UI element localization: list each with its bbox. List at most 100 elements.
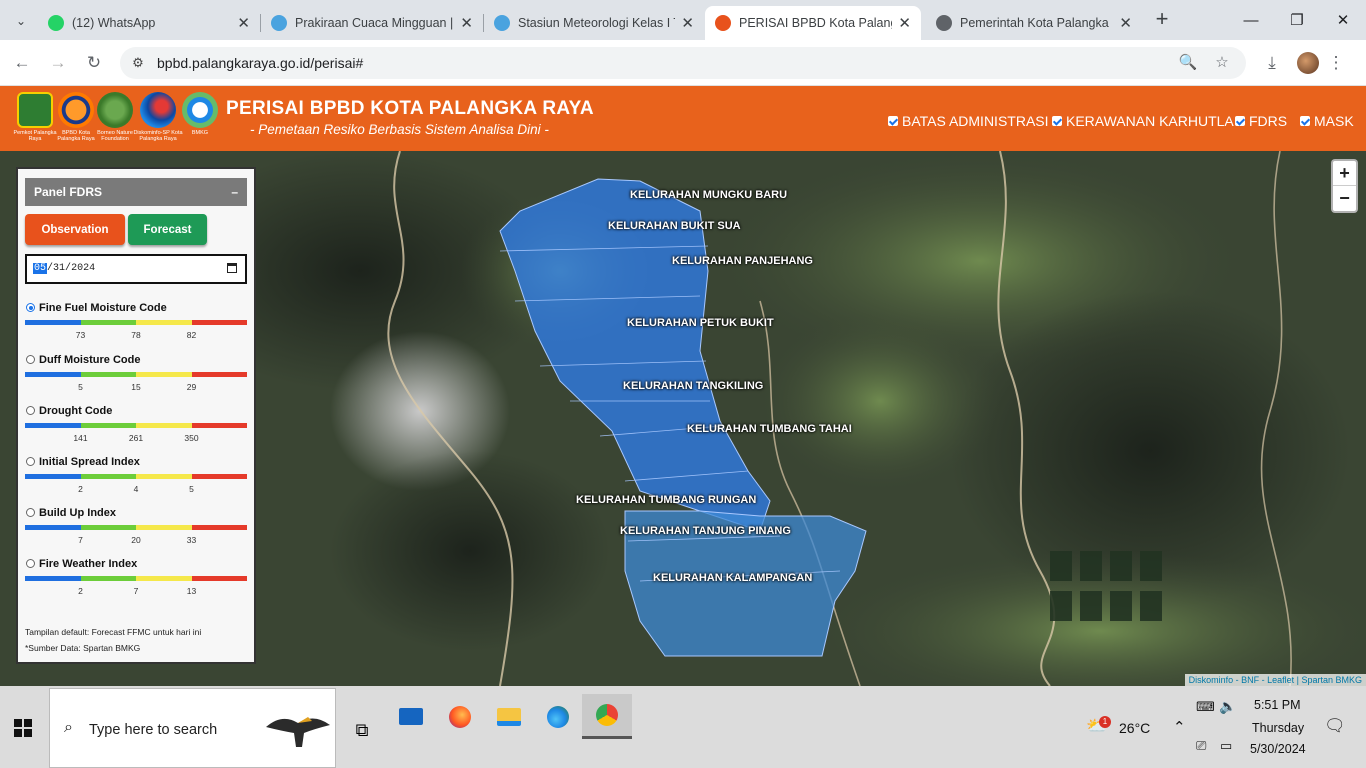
reload-icon[interactable]: ↻ xyxy=(80,49,108,77)
forward-arrow-icon[interactable]: → xyxy=(44,49,72,77)
mail-app-icon[interactable] xyxy=(386,694,436,739)
tab-stasiun-meteorologi[interactable]: Stasiun Meteorologi Kelas I T ✕ xyxy=(484,6,704,40)
forecast-button[interactable]: Forecast xyxy=(128,214,207,245)
scale-tick: 261 xyxy=(128,433,144,443)
zoom-out-button[interactable]: − xyxy=(1333,186,1356,211)
scale-tick: 13 xyxy=(186,586,197,596)
clock-day[interactable]: Thursday xyxy=(1252,721,1304,735)
map-attribution[interactable]: Diskominfo - BNF - Leaflet | Spartan BMK… xyxy=(1184,674,1366,686)
layer-toggle-fdrs[interactable]: FDRS xyxy=(1235,113,1287,129)
date-year[interactable]: 2024 xyxy=(71,263,95,274)
checkbox-checked-icon[interactable] xyxy=(888,116,898,126)
bpbd-logo-icon xyxy=(58,92,94,128)
close-tab-icon[interactable]: ✕ xyxy=(1119,14,1132,32)
tab-perisai-bpbd[interactable]: PERISAI BPBD Kota Palangka ✕ xyxy=(705,6,921,40)
color-scale-bar xyxy=(25,423,247,428)
minimize-window-icon[interactable]: — xyxy=(1228,0,1274,40)
tab-pemerintah-kota[interactable]: Pemerintah Kota Palangka R ✕ xyxy=(926,6,1142,40)
panel-header: Panel FDRS – xyxy=(25,178,247,206)
index-option-fwi[interactable]: Fire Weather Index 2 7 13 xyxy=(25,558,247,606)
scale-tick: 7 xyxy=(133,586,139,596)
clock-time[interactable]: 5:51 PM xyxy=(1254,698,1301,712)
tab-whatsapp[interactable]: (12) WhatsApp ✕ xyxy=(38,6,260,40)
show-hidden-icons-chevron-icon[interactable]: ⌃ xyxy=(1173,718,1186,736)
date-day[interactable]: 31 xyxy=(53,263,65,274)
taskbar-search-box[interactable]: ⌕ Type here to search xyxy=(49,688,336,768)
radio-selected[interactable] xyxy=(26,303,35,312)
whatsapp-icon xyxy=(48,15,64,31)
bpbd-favicon-icon xyxy=(715,15,731,31)
radio-unselected[interactable] xyxy=(26,457,35,466)
network-icon[interactable]: ⌨ xyxy=(1196,699,1215,715)
layer-toggle-mask[interactable]: MASK xyxy=(1300,113,1354,129)
notification-center-icon[interactable]: 🗨 xyxy=(1324,716,1346,736)
search-placeholder: Type here to search xyxy=(89,722,218,738)
layer-label: KERAWANAN KARHUTLA xyxy=(1066,113,1234,129)
fdrs-panel: Panel FDRS – Observation Forecast 05/31/… xyxy=(16,167,256,664)
tab-title: Stasiun Meteorologi Kelas I T xyxy=(518,16,676,30)
clock-date[interactable]: 5/30/2024 xyxy=(1250,742,1306,756)
menu-kebab-icon[interactable]: ⋮ xyxy=(1322,49,1350,77)
firefox-icon[interactable] xyxy=(435,694,485,739)
map-zoom-control: + − xyxy=(1331,159,1358,213)
close-tab-icon[interactable]: ✕ xyxy=(681,14,694,32)
volume-speaker-icon[interactable]: 🔈 xyxy=(1219,698,1236,715)
radio-unselected[interactable] xyxy=(26,355,35,364)
meet-now-icon[interactable]: ⎚ xyxy=(1196,738,1206,754)
tab-prakiraan-cuaca[interactable]: Prakiraan Cuaca Mingguan | ✕ xyxy=(261,6,483,40)
new-tab-plus-icon[interactable]: + xyxy=(1150,8,1174,32)
radio-unselected[interactable] xyxy=(26,406,35,415)
index-option-isi[interactable]: Initial Spread Index 2 4 5 xyxy=(25,456,247,504)
scale-tick: 350 xyxy=(184,433,199,443)
scale-tick: 78 xyxy=(131,330,141,340)
windows-start-icon[interactable] xyxy=(14,719,32,737)
checkbox-checked-icon[interactable] xyxy=(1052,116,1062,126)
scale-tick: 2 xyxy=(78,586,83,596)
observation-button[interactable]: Observation xyxy=(25,214,125,245)
zoom-in-button[interactable]: + xyxy=(1333,161,1356,186)
close-tab-icon[interactable]: ✕ xyxy=(237,14,250,32)
restore-window-icon[interactable]: ❐ xyxy=(1274,0,1320,40)
index-option-ffmc[interactable]: Fine Fuel Moisture Code 73 78 82 xyxy=(25,302,247,350)
checkbox-checked-icon[interactable] xyxy=(1300,116,1310,126)
minimize-panel-button[interactable]: – xyxy=(231,178,238,206)
url-text[interactable]: bpbd.palangkaraya.go.id/perisai# xyxy=(157,55,363,71)
index-option-dc[interactable]: Drought Code 141 261 350 xyxy=(25,405,247,453)
scale-tick: 73 xyxy=(75,330,86,340)
index-label: Duff Moisture Code xyxy=(39,354,141,366)
file-explorer-icon[interactable] xyxy=(484,694,534,739)
close-window-icon[interactable]: ✕ xyxy=(1320,0,1366,40)
bookmark-star-icon[interactable]: ☆ xyxy=(1212,53,1232,73)
tab-title: PERISAI BPBD Kota Palangka xyxy=(739,16,892,30)
layer-toggle-batas-administrasi[interactable]: BATAS ADMINISTRASI xyxy=(888,113,1049,129)
browser-tab-strip: ⌄ (12) WhatsApp ✕ Prakiraan Cuaca Minggu… xyxy=(0,0,1366,40)
radio-unselected[interactable] xyxy=(26,508,35,517)
index-option-bui[interactable]: Build Up Index 7 20 33 xyxy=(25,507,247,555)
panel-note-source: *Sumber Data: Spartan BMKG xyxy=(25,643,141,653)
date-month[interactable]: 05 xyxy=(33,263,48,274)
index-option-dmc[interactable]: Duff Moisture Code 5 15 29 xyxy=(25,354,247,402)
scale-tick: 29 xyxy=(186,382,197,392)
weather-temperature[interactable]: 26°C xyxy=(1119,720,1150,736)
map-label-kelurahan: KELURAHAN PANJEHANG xyxy=(672,255,813,267)
tab-search-chevron-icon[interactable]: ⌄ xyxy=(8,8,34,34)
chrome-browser-icon[interactable] xyxy=(582,694,632,739)
calendar-icon[interactable] xyxy=(227,263,237,273)
battery-icon[interactable]: ▭ xyxy=(1220,738,1232,754)
close-tab-icon[interactable]: ✕ xyxy=(898,14,911,32)
profile-avatar[interactable] xyxy=(1297,52,1319,74)
zoom-magnifier-icon[interactable]: 🔍 xyxy=(1178,53,1198,73)
layer-toggle-kerawanan-karhutla[interactable]: KERAWANAN KARHUTLA xyxy=(1052,113,1234,129)
close-tab-icon[interactable]: ✕ xyxy=(460,14,473,32)
download-icon[interactable]: ⤓ xyxy=(1258,49,1286,77)
map-label-kelurahan: KELURAHAN MUNGKU BARU xyxy=(630,189,788,201)
checkbox-checked-icon[interactable] xyxy=(1235,116,1245,126)
radio-unselected[interactable] xyxy=(26,559,35,568)
site-info-icon[interactable]: ⚙ xyxy=(130,55,146,71)
address-bar[interactable]: ⚙ bpbd.palangkaraya.go.id/perisai# 🔍 ☆ xyxy=(120,47,1246,79)
index-label: Initial Spread Index xyxy=(39,456,140,468)
task-view-icon[interactable]: ⧉ xyxy=(337,708,387,753)
date-input[interactable]: 05/31/2024 xyxy=(25,254,247,284)
back-arrow-icon[interactable]: ← xyxy=(8,49,36,77)
edge-browser-icon[interactable] xyxy=(533,694,583,739)
